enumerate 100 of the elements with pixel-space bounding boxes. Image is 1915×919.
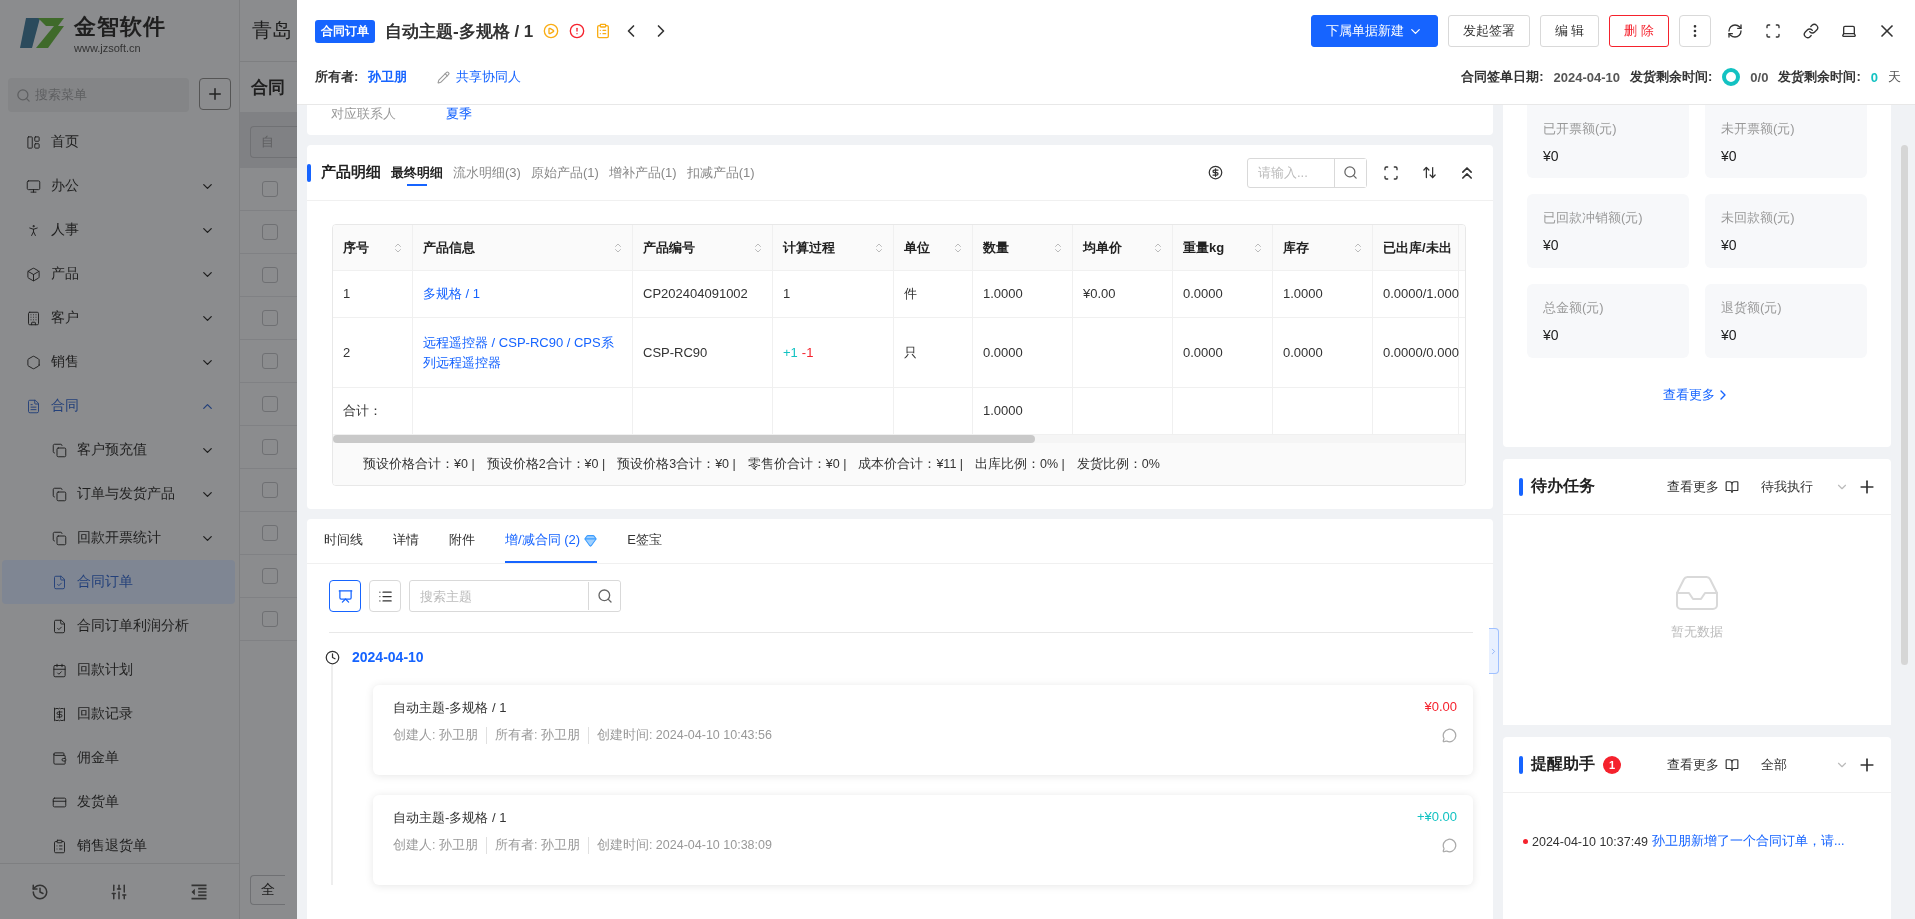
column-header[interactable]: 单位 (894, 225, 973, 270)
building-icon (26, 310, 41, 326)
comment-icon[interactable] (1442, 838, 1457, 853)
logo-text: 金智软件 (74, 13, 166, 41)
menu-item[interactable]: 回款开票统计 (2, 516, 235, 560)
sort-icon (1052, 241, 1064, 254)
filter-select[interactable]: 待我执行 (1761, 477, 1849, 496)
menu-item[interactable]: 办公 (2, 164, 235, 208)
menu-item[interactable]: 产品 (2, 252, 235, 296)
menu-item[interactable]: 首页 (2, 120, 235, 164)
summary-text: 成本价合计：¥11 | (858, 455, 964, 473)
action-button[interactable]: 编 辑 (1539, 15, 1600, 47)
checkbox[interactable] (262, 224, 278, 240)
menu-item[interactable]: 订单与发货产品 (2, 472, 235, 516)
stat-label: 总金额(元) (1543, 299, 1605, 317)
tab[interactable]: 增/减合同 (2) (505, 519, 598, 563)
tab[interactable]: 附件 (449, 519, 475, 563)
up-down-arrow-icon (1421, 165, 1437, 180)
table-cell: 0.0000 (1173, 271, 1273, 317)
record-meta: 创建时间: 2024-04-10 10:43:56 (596, 727, 772, 744)
table-cell: ¥0.00 (1073, 271, 1173, 317)
column-header[interactable]: 均单价 (1073, 225, 1173, 270)
coin-icon[interactable] (1208, 165, 1223, 180)
reminder-link[interactable]: 孙卫朋新增了一个合同订单，请... (1652, 833, 1845, 850)
product-link[interactable]: 多规格 / 1 (423, 284, 481, 304)
search-icon (16, 87, 31, 103)
meta-label: 合同签单日期: (1461, 68, 1544, 86)
column-header[interactable]: 序号 (333, 225, 413, 270)
view-more-link[interactable]: 查看更多 (1667, 755, 1739, 774)
checkbox[interactable] (262, 181, 278, 197)
tab[interactable]: 最终明细 (391, 144, 443, 201)
column-header[interactable]: 计算过程 (773, 225, 894, 270)
stat-value: ¥0 (1721, 327, 1738, 343)
table-cell: CSP-RC90 (633, 318, 773, 387)
menu-item[interactable]: 回款记录 (2, 692, 235, 736)
search-field[interactable]: 请输入... (1247, 157, 1367, 188)
checkbox[interactable] (262, 482, 278, 498)
comment-icon[interactable] (1442, 728, 1457, 743)
share-link[interactable]: 共享协同人 (437, 68, 522, 86)
menu-item[interactable]: 佣金单 (2, 736, 235, 780)
checkbox[interactable] (262, 568, 278, 584)
view-more-link[interactable]: 查看更多 (1667, 477, 1739, 496)
tab[interactable]: 原始产品(1) (530, 144, 599, 201)
checkbox[interactable] (262, 267, 278, 283)
collapse-handle[interactable] (1489, 628, 1499, 674)
column-header[interactable]: 已出库/未出 (1373, 225, 1459, 270)
filter-select[interactable]: 全部 (1761, 755, 1849, 774)
action-button[interactable]: 下属单据新建 (1310, 15, 1438, 47)
sort-icon (1252, 241, 1264, 254)
product-link[interactable]: 远程遥控器 / CSP-RC90 / CPS系列远程遥控器 (423, 332, 626, 373)
view-more-link[interactable]: 查看更多 (1663, 386, 1731, 404)
tab[interactable]: 扣减产品(1) (686, 144, 755, 201)
checkbox[interactable] (262, 310, 278, 326)
link-icon (1803, 23, 1819, 39)
sliders-icon[interactable] (109, 882, 128, 901)
tab[interactable]: 详情 (393, 519, 419, 563)
menu-item[interactable]: 客户 (2, 296, 235, 340)
summary-text: 零售价合计：¥0 | (747, 455, 847, 473)
record-amount: +¥0.00 (1416, 809, 1457, 824)
tab[interactable]: 流水明细(3) (453, 144, 521, 201)
column-header[interactable]: 重量kg (1173, 225, 1273, 270)
menu-item[interactable]: 发货单 (2, 780, 235, 824)
empty-text: 暂无数据 (1671, 623, 1723, 641)
action-button[interactable]: 删 除 (1609, 15, 1669, 47)
menu-item[interactable]: 客户预充值 (2, 428, 235, 472)
column-header[interactable]: 产品信息 (413, 225, 633, 270)
history-icon[interactable] (30, 882, 49, 901)
view-toggle[interactable] (329, 580, 361, 612)
tab[interactable]: 增补产品(1) (608, 144, 677, 201)
clipboard-icon[interactable] (595, 23, 612, 39)
summary-text: 发货比例：0% (1076, 455, 1160, 473)
meta-label: 发货剩余时间: (1630, 68, 1713, 86)
column-header[interactable]: 产品编号 (633, 225, 773, 270)
add-button[interactable] (199, 78, 231, 110)
box-icon (26, 266, 41, 282)
checkbox[interactable] (262, 396, 278, 412)
menu-item[interactable]: 人事 (2, 208, 235, 252)
checkbox[interactable] (262, 611, 278, 627)
menu-item[interactable]: 销售退货单 (2, 824, 235, 863)
receipt-icon (52, 706, 67, 722)
document-icon (26, 398, 41, 414)
tab[interactable]: E签宝 (627, 519, 662, 563)
logo-url: www.jzsoft.cn (74, 42, 142, 54)
menu-item[interactable]: 回款计划 (2, 648, 235, 692)
checkbox[interactable] (262, 525, 278, 541)
search-button[interactable] (588, 582, 620, 610)
column-header[interactable]: 库存 (1273, 225, 1373, 270)
checkbox[interactable] (262, 439, 278, 455)
menu-item[interactable]: 销售 (2, 340, 235, 384)
select-button[interactable]: 全 (250, 875, 285, 905)
menu-item[interactable]: 合同 (2, 384, 235, 428)
checkbox[interactable] (262, 353, 278, 369)
search-field[interactable]: 搜索主题 (409, 580, 621, 612)
tab[interactable]: 时间线 (324, 519, 363, 563)
search-button[interactable] (1334, 158, 1366, 187)
column-header[interactable]: 数量 (973, 225, 1073, 270)
action-button[interactable]: 发起签署 (1447, 15, 1530, 47)
menu-item[interactable]: 合同订单 (2, 560, 235, 604)
menu-item[interactable]: 合同订单利润分析 (2, 604, 235, 648)
alert-icon[interactable] (569, 23, 586, 39)
